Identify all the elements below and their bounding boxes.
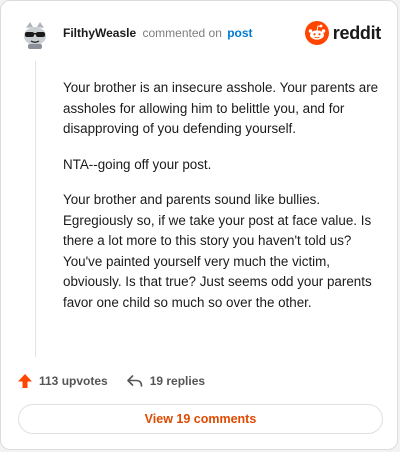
reply-count: 19 replies — [149, 374, 206, 388]
thread-line[interactable] — [35, 61, 36, 357]
view-comments-button[interactable]: View 19 comments — [18, 404, 383, 434]
reddit-snoo-icon — [304, 21, 329, 45]
upvote-button[interactable]: 113 upvotes — [17, 373, 108, 389]
user-avatar[interactable] — [17, 15, 53, 51]
upvote-arrow-icon — [18, 374, 32, 388]
reddit-wordmark: reddit — [332, 22, 382, 43]
reddit-brand[interactable]: reddit — [304, 19, 382, 47]
comment-body: Your brother is an insecure asshole. You… — [63, 78, 381, 328]
comment-paragraph: Your brother and parents sound like bull… — [63, 192, 372, 310]
comment-header: FilthyWeasle commented on post reddit — [17, 15, 381, 55]
upvote-count: 113 upvotes — [39, 374, 108, 388]
comment-paragraph: NTA--going off your post. — [63, 156, 212, 172]
comment-meta: FilthyWeasle commented on post — [63, 26, 253, 40]
post-link[interactable]: post — [227, 26, 252, 40]
comment-paragraph: Your brother is an insecure asshole. You… — [63, 80, 379, 136]
comment-card: FilthyWeasle commented on post reddit Yo… — [0, 0, 398, 450]
username-link[interactable]: FilthyWeasle — [63, 26, 136, 40]
comment-actions: 113 upvotes 19 replies — [17, 371, 223, 391]
action-text: commented on — [142, 26, 222, 40]
snoo-sunglasses-avatar-icon — [17, 15, 53, 51]
reply-arrow-icon — [126, 375, 143, 387]
reply-button[interactable]: 19 replies — [126, 373, 205, 389]
